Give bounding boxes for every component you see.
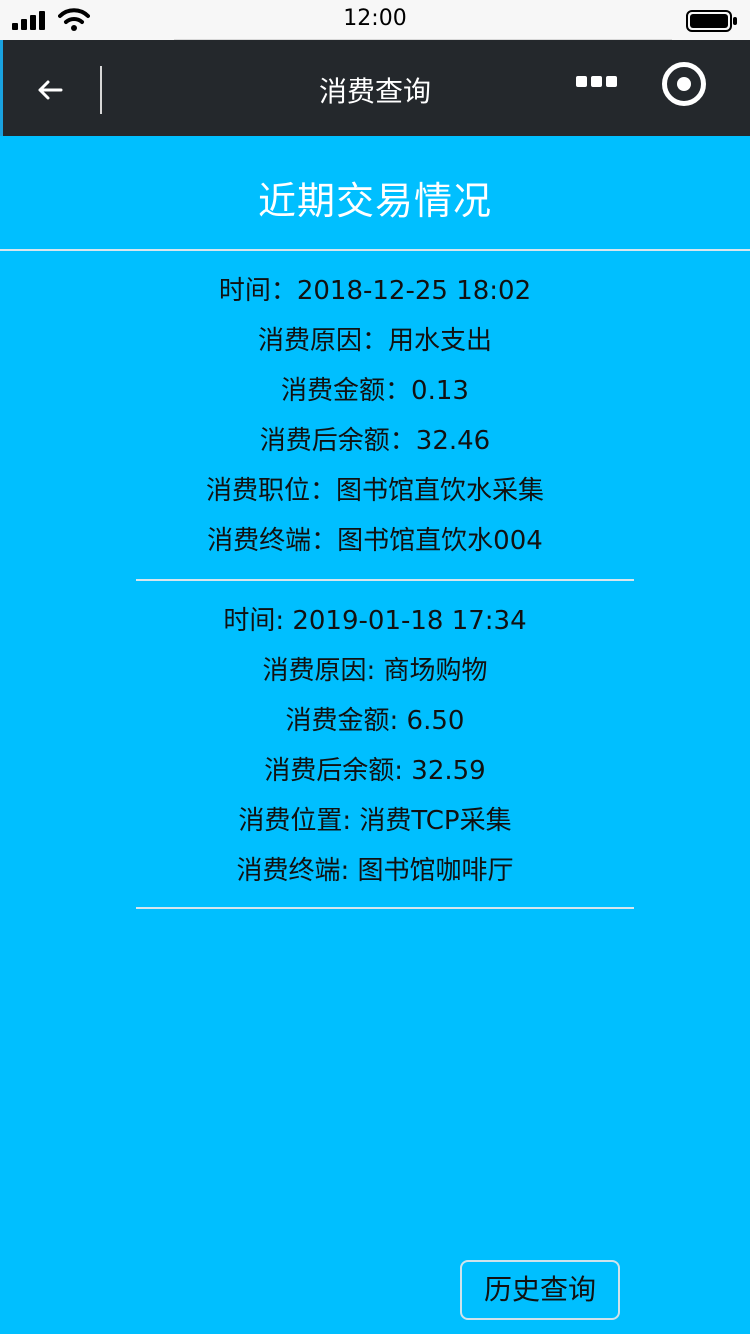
battery-icon xyxy=(686,10,737,32)
more-dot-icon xyxy=(605,75,617,87)
record-amount: 消费金额：0.13 xyxy=(281,376,469,406)
history-query-button[interactable]: 历史查询 xyxy=(460,1260,620,1320)
record-time: 时间: 2019-01-18 17:34 xyxy=(223,606,527,636)
record-divider xyxy=(136,579,634,581)
status-time: 12:00 xyxy=(343,6,407,31)
record-location: 消费位置: 消费TCP采集 xyxy=(238,806,512,836)
record-balance: 消费后余额：32.46 xyxy=(259,426,491,456)
record-terminal: 消费终端：图书馆直饮水004 xyxy=(207,526,543,556)
record-balance: 消费后余额: 32.59 xyxy=(264,756,486,786)
more-dot-icon xyxy=(590,75,602,87)
record-divider xyxy=(136,907,634,909)
transaction-record: 时间：2018-12-25 18:02 消费原因：用水支出 消费金额：0.13 … xyxy=(0,266,750,566)
transaction-record: 时间: 2019-01-18 17:34 消费原因: 商场购物 消费金额: 6.… xyxy=(0,596,750,896)
record-reason: 消费原因：用水支出 xyxy=(257,326,492,356)
record-terminal: 消费终端: 图书馆咖啡厅 xyxy=(236,856,514,886)
more-dot-icon xyxy=(575,75,587,87)
more-options-button[interactable] xyxy=(570,68,622,94)
target-icon xyxy=(677,77,691,91)
record-time: 时间：2018-12-25 18:02 xyxy=(218,276,532,306)
page-heading: 近期交易情况 xyxy=(257,179,492,223)
nav-bar: 消费查询 xyxy=(0,40,750,136)
nav-title: 消费查询 xyxy=(318,75,431,108)
record-amount: 消费金额: 6.50 xyxy=(285,706,465,736)
record-reason: 消费原因: 商场购物 xyxy=(262,656,488,686)
close-miniprogram-button[interactable] xyxy=(662,62,706,106)
record-location: 消费职位：图书馆直饮水采集 xyxy=(205,476,544,506)
heading-divider xyxy=(0,249,750,251)
status-bar: 12:00 xyxy=(0,0,750,41)
